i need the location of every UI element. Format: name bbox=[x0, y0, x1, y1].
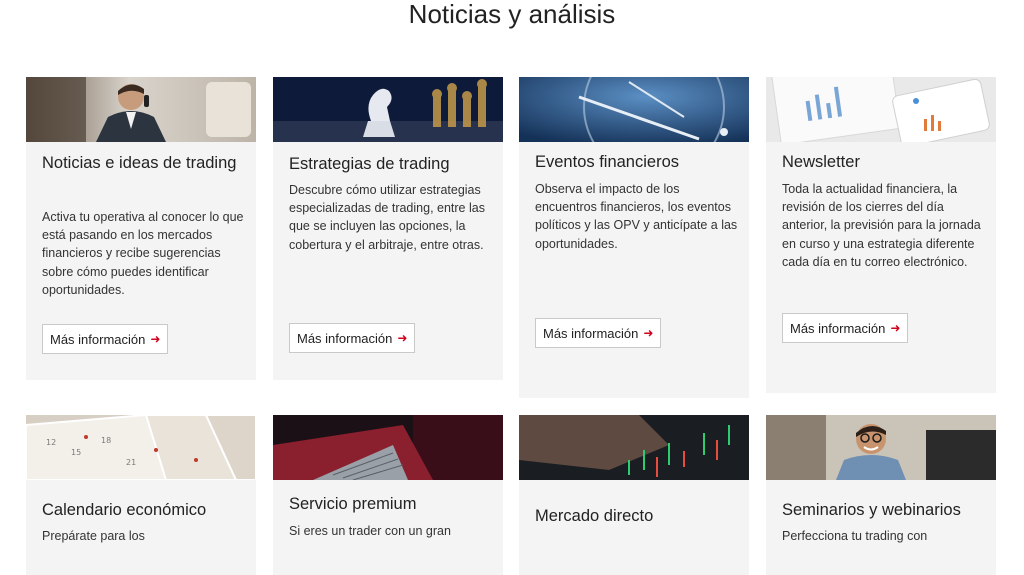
card-description: Prepárate para los bbox=[42, 529, 145, 543]
card-seminars-webinars[interactable]: Seminarios y webinarios Perfecciona tu t… bbox=[766, 415, 996, 575]
card-description: Activa tu operativa al conocer lo que es… bbox=[42, 210, 244, 297]
arrow-right-icon: ➜ bbox=[643, 326, 654, 340]
card-premium-service[interactable]: Servicio premium Si eres un trader con u… bbox=[273, 415, 503, 575]
card-title: Eventos financieros bbox=[535, 153, 679, 171]
card-image-devices bbox=[766, 77, 996, 142]
svg-text:12: 12 bbox=[46, 438, 56, 447]
card-image-market-chart bbox=[519, 415, 749, 480]
card-live-market[interactable]: Mercado directo bbox=[519, 415, 749, 575]
card-image-presenter bbox=[766, 415, 996, 480]
card-title: Seminarios y webinarios bbox=[782, 501, 961, 519]
svg-text:18: 18 bbox=[101, 436, 111, 445]
card-image-laptop bbox=[273, 415, 503, 480]
card-description: Descubre cómo utilizar estrategias espec… bbox=[289, 183, 485, 252]
button-label: Más información bbox=[790, 320, 886, 336]
button-label: Más información bbox=[297, 330, 393, 346]
section-title: Noticias y análisis bbox=[408, 0, 616, 29]
arrow-right-icon: ➜ bbox=[150, 332, 161, 346]
card-image-calendar: 12 15 18 21 bbox=[26, 415, 256, 480]
more-info-button[interactable]: Más información ➜ bbox=[42, 324, 169, 354]
card-description: Perfecciona tu trading con bbox=[782, 529, 928, 543]
card-description: Observa el impacto de los encuentros fin… bbox=[535, 182, 738, 251]
more-info-button[interactable]: Más información ➜ bbox=[782, 313, 909, 343]
card-title: Newsletter bbox=[782, 153, 860, 171]
button-label: Más información bbox=[50, 331, 146, 347]
card-image-clock bbox=[519, 77, 749, 142]
card-title: Mercado directo bbox=[535, 507, 654, 525]
card-description: Si eres un trader con un gran bbox=[289, 524, 451, 538]
more-info-button[interactable]: Más información ➜ bbox=[289, 323, 416, 353]
card-image-businessman bbox=[26, 77, 256, 142]
arrow-right-icon: ➜ bbox=[397, 331, 408, 345]
card-image-chess bbox=[273, 77, 503, 142]
svg-text:21: 21 bbox=[126, 458, 136, 467]
svg-text:15: 15 bbox=[71, 448, 81, 457]
card-title: Calendario económico bbox=[42, 501, 207, 519]
card-economic-calendar[interactable]: 12 15 18 21 Calendario económico Prepárate … bbox=[26, 415, 256, 575]
card-title: Servicio premium bbox=[289, 495, 417, 513]
card-news-ideas[interactable]: Noticias e ideas de trading Activa tu op… bbox=[26, 77, 256, 380]
card-financial-events[interactable]: Eventos financieros Observa el impacto d… bbox=[519, 77, 749, 398]
card-title: Estrategias de trading bbox=[289, 155, 450, 173]
button-label: Más información bbox=[543, 325, 639, 341]
card-title: Noticias e ideas de trading bbox=[42, 154, 237, 172]
card-trading-strategies[interactable]: Estrategias de trading Descubre cómo uti… bbox=[273, 77, 503, 380]
card-description: Toda la actualidad financiera, la revisi… bbox=[782, 182, 981, 269]
more-info-button[interactable]: Más información ➜ bbox=[535, 318, 662, 348]
arrow-right-icon: ➜ bbox=[890, 321, 901, 335]
card-newsletter[interactable]: Newsletter Toda la actualidad financiera… bbox=[766, 77, 996, 393]
